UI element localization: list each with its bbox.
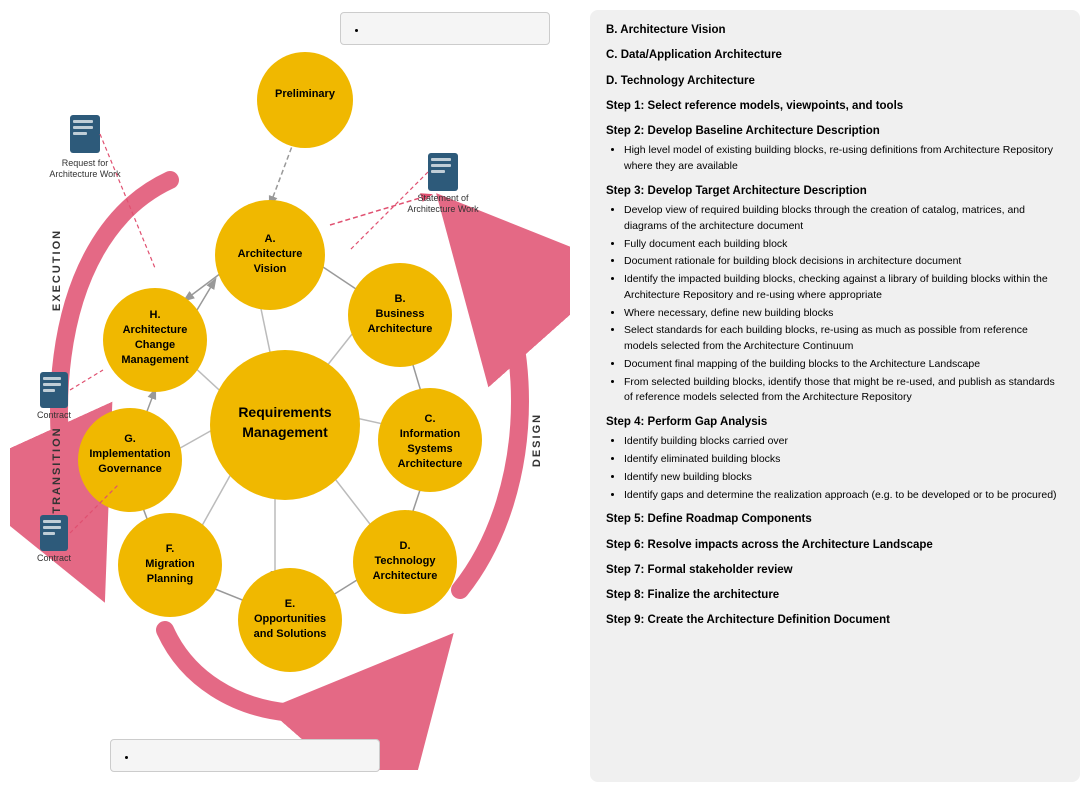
right-panel-bullet-item: Select standards for each building block… [624, 323, 1064, 355]
right-panel-section-title: Step 8: Finalize the architecture [606, 587, 1064, 604]
svg-text:Requirements: Requirements [238, 404, 332, 420]
right-panel-section-title: D. Technology Architecture [606, 73, 1064, 90]
svg-text:Governance: Governance [98, 463, 162, 475]
right-panel-bullet-list: Develop view of required building blocks… [624, 203, 1064, 406]
right-panel-bullet-item: Identify gaps and determine the realizat… [624, 488, 1064, 504]
svg-text:Architecture: Architecture [238, 248, 303, 260]
diagram-svg: Preliminary A. Architecture Vision B. Bu… [10, 10, 570, 770]
right-panel-bullet-list: High level model of existing building bl… [624, 143, 1064, 175]
svg-text:Preliminary: Preliminary [275, 88, 336, 100]
left-panel: Preliminary A. Architecture Vision B. Bu… [10, 10, 580, 782]
right-panel-bullet-item: Identify new building blocks [624, 470, 1064, 486]
svg-text:Architecture Work: Architecture Work [49, 169, 121, 179]
svg-text:Contract: Contract [37, 410, 72, 420]
right-panel-bullet-item: From selected building blocks, identify … [624, 375, 1064, 407]
svg-text:A.: A. [265, 233, 276, 245]
bottom-callout [110, 739, 380, 772]
svg-text:Contract: Contract [37, 553, 72, 563]
right-panel: B. Architecture Vision C. Data/Applicatio… [590, 10, 1080, 782]
right-panel-bullet-item: Document rationale for building block de… [624, 254, 1064, 270]
right-panel-section-title: Step 5: Define Roadmap Components [606, 511, 1064, 528]
right-panel-content: B. Architecture Vision C. Data/Applicatio… [606, 22, 1064, 630]
top-callout [340, 12, 550, 45]
right-panel-bullet-item: Where necessary, define new building blo… [624, 306, 1064, 322]
right-panel-bullet-item: Fully document each building block [624, 237, 1064, 253]
svg-text:Request for: Request for [62, 158, 109, 168]
preliminary-circle [257, 52, 353, 148]
circle-g [78, 408, 182, 512]
svg-text:Architecture: Architecture [373, 570, 438, 582]
svg-text:Migration: Migration [145, 558, 195, 570]
bottom-callout-bullet [137, 752, 367, 763]
svg-text:Vision: Vision [254, 263, 287, 275]
svg-text:D.: D. [400, 540, 411, 552]
right-panel-section-title: Step 7: Formal stakeholder review [606, 562, 1064, 579]
svg-text:Information: Information [400, 428, 461, 440]
svg-text:Change: Change [135, 339, 175, 351]
right-panel-section-title: Step 2: Develop Baseline Architecture De… [606, 123, 1064, 140]
main-container: Preliminary A. Architecture Vision B. Bu… [0, 0, 1090, 792]
svg-text:Business: Business [376, 308, 425, 320]
svg-text:Architecture Work: Architecture Work [407, 204, 479, 214]
right-panel-section-title: Step 1: Select reference models, viewpoi… [606, 98, 1064, 115]
svg-text:Implementation: Implementation [89, 448, 171, 460]
svg-text:Statement of: Statement of [417, 193, 469, 203]
svg-text:H.: H. [150, 309, 161, 321]
top-callout-bullet [367, 25, 537, 36]
svg-text:Architecture: Architecture [123, 324, 188, 336]
svg-text:B.: B. [395, 293, 406, 305]
svg-text:TRANSITION: TRANSITION [51, 426, 63, 513]
right-panel-section-title: C. Data/Application Architecture [606, 47, 1064, 64]
svg-text:Architecture: Architecture [398, 458, 463, 470]
right-panel-bullet-list: Identify building blocks carried over Ide… [624, 434, 1064, 503]
svg-text:Opportunities: Opportunities [254, 613, 326, 625]
svg-text:EXECUTION: EXECUTION [51, 229, 63, 311]
svg-text:E.: E. [285, 598, 295, 610]
right-panel-bullet-item: Identify the impacted building blocks, c… [624, 272, 1064, 304]
right-panel-bullet-item: Identify eliminated building blocks [624, 452, 1064, 468]
right-panel-bullet-item: Document final mapping of the building b… [624, 357, 1064, 373]
svg-text:Systems: Systems [407, 443, 452, 455]
svg-text:F.: F. [166, 543, 175, 555]
right-panel-bullet-item: High level model of existing building bl… [624, 143, 1064, 175]
circle-c [378, 388, 482, 492]
svg-text:DESIGN: DESIGN [531, 413, 543, 467]
svg-text:Management: Management [242, 424, 328, 440]
svg-text:and Solutions: and Solutions [254, 628, 327, 640]
svg-text:Management: Management [121, 354, 189, 366]
right-panel-section-title: Step 9: Create the Architecture Definiti… [606, 612, 1064, 629]
right-panel-bullet-item: Identify building blocks carried over [624, 434, 1064, 450]
right-panel-section-title: Step 6: Resolve impacts across the Archi… [606, 537, 1064, 554]
right-panel-section-title: B. Architecture Vision [606, 22, 1064, 39]
svg-text:C.: C. [425, 413, 436, 425]
right-panel-bullet-item: Develop view of required building blocks… [624, 203, 1064, 235]
svg-text:Planning: Planning [147, 573, 193, 585]
right-panel-section-title: Step 3: Develop Target Architecture Desc… [606, 183, 1064, 200]
right-panel-section-title: Step 4: Perform Gap Analysis [606, 414, 1064, 431]
svg-text:G.: G. [124, 433, 136, 445]
svg-text:Architecture: Architecture [368, 323, 433, 335]
svg-text:Technology: Technology [375, 555, 437, 567]
